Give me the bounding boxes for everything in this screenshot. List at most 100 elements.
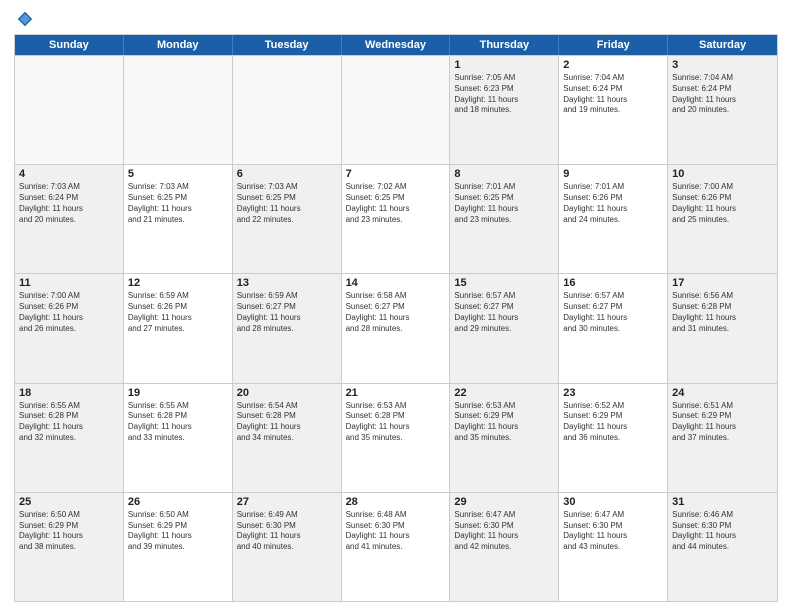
day-info: Sunrise: 6:47 AMSunset: 6:30 PMDaylight:…: [563, 510, 663, 553]
day-info: Sunrise: 6:53 AMSunset: 6:28 PMDaylight:…: [346, 401, 446, 444]
day-number: 17: [672, 277, 773, 289]
day-number: 10: [672, 168, 773, 180]
day-cell-2: 2Sunrise: 7:04 AMSunset: 6:24 PMDaylight…: [559, 56, 668, 164]
logo: [14, 10, 34, 28]
day-cell-14: 14 Sunrise: 6:58 AMSunset: 6:27 PMDayligh…: [342, 274, 451, 382]
day-info: Sunrise: 6:55 AMSunset: 6:28 PMDaylight:…: [128, 401, 228, 444]
page: SundayMondayTuesdayWednesdayThursdayFrid…: [0, 0, 792, 612]
day-cell-11: 11Sunrise: 7:00 AMSunset: 6:26 PMDayligh…: [15, 274, 124, 382]
week-row-3: 11Sunrise: 7:00 AMSunset: 6:26 PMDayligh…: [15, 273, 777, 382]
day-info: Sunrise: 7:05 AMSunset: 6:23 PMDaylight:…: [454, 73, 554, 116]
day-cell-16: 16 Sunrise: 6:57 AMSunset: 6:27 PMDayligh…: [559, 274, 668, 382]
header-day-monday: Monday: [124, 35, 233, 55]
day-cell-19: 19 Sunrise: 6:55 AMSunset: 6:28 PMDayligh…: [124, 384, 233, 492]
day-number: 7: [346, 168, 446, 180]
day-info: Sunrise: 6:52 AMSunset: 6:29 PMDaylight:…: [563, 401, 663, 444]
day-number: 28: [346, 496, 446, 508]
day-number: 19: [128, 387, 228, 399]
day-info: Sunrise: 6:55 AMSunset: 6:28 PMDaylight:…: [19, 401, 119, 444]
day-number: 9: [563, 168, 663, 180]
day-number: 13: [237, 277, 337, 289]
day-number: 30: [563, 496, 663, 508]
day-number: 23: [563, 387, 663, 399]
day-info: Sunrise: 6:56 AMSunset: 6:28 PMDaylight:…: [672, 291, 773, 334]
day-cell-5: 5 Sunrise: 7:03 AMSunset: 6:25 PMDaylight…: [124, 165, 233, 273]
day-number: 24: [672, 387, 773, 399]
day-info: Sunrise: 6:57 AMSunset: 6:27 PMDaylight:…: [563, 291, 663, 334]
calendar-body: 1Sunrise: 7:05 AMSunset: 6:23 PMDaylight…: [15, 55, 777, 601]
day-info: Sunrise: 6:53 AMSunset: 6:29 PMDaylight:…: [454, 401, 554, 444]
day-cell-24: 24 Sunrise: 6:51 AMSunset: 6:29 PMDayligh…: [668, 384, 777, 492]
calendar: SundayMondayTuesdayWednesdayThursdayFrid…: [14, 34, 778, 602]
header-day-friday: Friday: [559, 35, 668, 55]
day-number: 14: [346, 277, 446, 289]
day-number: 27: [237, 496, 337, 508]
week-row-5: 25 Sunrise: 6:50 AMSunset: 6:29 PMDayligh…: [15, 492, 777, 601]
day-info: Sunrise: 7:00 AMSunset: 6:26 PMDaylight:…: [672, 182, 773, 225]
day-info: Sunrise: 7:01 AMSunset: 6:26 PMDaylight:…: [563, 182, 663, 225]
day-info: Sunrise: 6:50 AMSunset: 6:29 PMDaylight:…: [128, 510, 228, 553]
day-info: Sunrise: 6:49 AMSunset: 6:30 PMDaylight:…: [237, 510, 337, 553]
day-info: Sunrise: 7:03 AMSunset: 6:25 PMDaylight:…: [128, 182, 228, 225]
header-day-sunday: Sunday: [15, 35, 124, 55]
day-number: 11: [19, 277, 119, 289]
day-info: Sunrise: 7:04 AMSunset: 6:24 PMDaylight:…: [672, 73, 773, 116]
day-cell-9: 9 Sunrise: 7:01 AMSunset: 6:26 PMDaylight…: [559, 165, 668, 273]
day-number: 21: [346, 387, 446, 399]
day-cell-27: 27 Sunrise: 6:49 AMSunset: 6:30 PMDayligh…: [233, 493, 342, 601]
day-cell-8: 8 Sunrise: 7:01 AMSunset: 6:25 PMDaylight…: [450, 165, 559, 273]
day-info: Sunrise: 7:01 AMSunset: 6:25 PMDaylight:…: [454, 182, 554, 225]
empty-cell: [342, 56, 451, 164]
day-number: 20: [237, 387, 337, 399]
day-number: 16: [563, 277, 663, 289]
day-number: 4: [19, 168, 119, 180]
header-day-wednesday: Wednesday: [342, 35, 451, 55]
day-cell-1: 1Sunrise: 7:05 AMSunset: 6:23 PMDaylight…: [450, 56, 559, 164]
day-cell-17: 17 Sunrise: 6:56 AMSunset: 6:28 PMDayligh…: [668, 274, 777, 382]
day-number: 3: [672, 59, 773, 71]
header-day-tuesday: Tuesday: [233, 35, 342, 55]
day-cell-25: 25 Sunrise: 6:50 AMSunset: 6:29 PMDayligh…: [15, 493, 124, 601]
day-number: 25: [19, 496, 119, 508]
day-cell-4: 4 Sunrise: 7:03 AMSunset: 6:24 PMDaylight…: [15, 165, 124, 273]
week-row-4: 18 Sunrise: 6:55 AMSunset: 6:28 PMDayligh…: [15, 383, 777, 492]
day-number: 12: [128, 277, 228, 289]
day-number: 26: [128, 496, 228, 508]
day-cell-23: 23 Sunrise: 6:52 AMSunset: 6:29 PMDayligh…: [559, 384, 668, 492]
empty-cell: [124, 56, 233, 164]
day-info: Sunrise: 7:02 AMSunset: 6:25 PMDaylight:…: [346, 182, 446, 225]
day-cell-28: 28 Sunrise: 6:48 AMSunset: 6:30 PMDayligh…: [342, 493, 451, 601]
day-cell-12: 12Sunrise: 6:59 AMSunset: 6:26 PMDayligh…: [124, 274, 233, 382]
day-info: Sunrise: 6:46 AMSunset: 6:30 PMDaylight:…: [672, 510, 773, 553]
day-number: 22: [454, 387, 554, 399]
day-cell-31: 31Sunrise: 6:46 AMSunset: 6:30 PMDayligh…: [668, 493, 777, 601]
day-cell-10: 10 Sunrise: 7:00 AMSunset: 6:26 PMDayligh…: [668, 165, 777, 273]
week-row-1: 1Sunrise: 7:05 AMSunset: 6:23 PMDaylight…: [15, 55, 777, 164]
day-info: Sunrise: 6:50 AMSunset: 6:29 PMDaylight:…: [19, 510, 119, 553]
day-number: 5: [128, 168, 228, 180]
day-cell-30: 30 Sunrise: 6:47 AMSunset: 6:30 PMDayligh…: [559, 493, 668, 601]
day-info: Sunrise: 6:47 AMSunset: 6:30 PMDaylight:…: [454, 510, 554, 553]
day-cell-26: 26 Sunrise: 6:50 AMSunset: 6:29 PMDayligh…: [124, 493, 233, 601]
day-cell-20: 20 Sunrise: 6:54 AMSunset: 6:28 PMDayligh…: [233, 384, 342, 492]
day-info: Sunrise: 6:58 AMSunset: 6:27 PMDaylight:…: [346, 291, 446, 334]
day-cell-29: 29Sunrise: 6:47 AMSunset: 6:30 PMDayligh…: [450, 493, 559, 601]
day-number: 6: [237, 168, 337, 180]
logo-icon: [16, 10, 34, 28]
day-cell-21: 21 Sunrise: 6:53 AMSunset: 6:28 PMDayligh…: [342, 384, 451, 492]
day-info: Sunrise: 6:51 AMSunset: 6:29 PMDaylight:…: [672, 401, 773, 444]
day-number: 2: [563, 59, 663, 71]
day-info: Sunrise: 6:57 AMSunset: 6:27 PMDaylight:…: [454, 291, 554, 334]
day-cell-13: 13 Sunrise: 6:59 AMSunset: 6:27 PMDayligh…: [233, 274, 342, 382]
header: [14, 10, 778, 28]
header-day-thursday: Thursday: [450, 35, 559, 55]
day-info: Sunrise: 7:03 AMSunset: 6:24 PMDaylight:…: [19, 182, 119, 225]
day-info: Sunrise: 6:59 AMSunset: 6:27 PMDaylight:…: [237, 291, 337, 334]
day-info: Sunrise: 6:54 AMSunset: 6:28 PMDaylight:…: [237, 401, 337, 444]
day-cell-18: 18 Sunrise: 6:55 AMSunset: 6:28 PMDayligh…: [15, 384, 124, 492]
day-number: 8: [454, 168, 554, 180]
day-cell-22: 22 Sunrise: 6:53 AMSunset: 6:29 PMDayligh…: [450, 384, 559, 492]
day-number: 18: [19, 387, 119, 399]
day-info: Sunrise: 6:48 AMSunset: 6:30 PMDaylight:…: [346, 510, 446, 553]
day-cell-6: 6Sunrise: 7:03 AMSunset: 6:25 PMDaylight…: [233, 165, 342, 273]
